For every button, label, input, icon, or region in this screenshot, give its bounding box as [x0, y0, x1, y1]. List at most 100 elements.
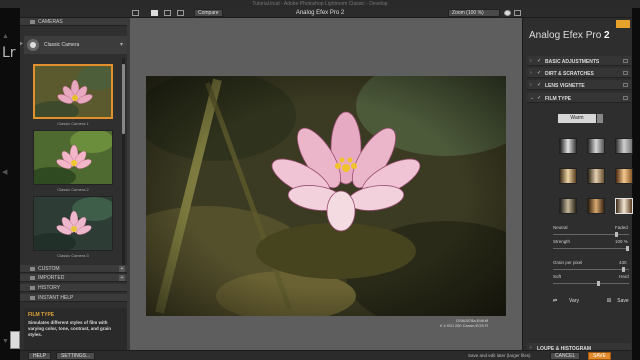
- photo-preview[interactable]: [146, 76, 506, 316]
- film-swatch[interactable]: [587, 198, 605, 214]
- history-section-header[interactable]: HISTORY: [20, 284, 127, 292]
- chevron-right-icon: ›: [530, 70, 532, 76]
- before-after-icon[interactable]: [177, 10, 184, 16]
- classic-camera-icon: [27, 39, 39, 51]
- bottom-bar: HELP SETTINGS... Save and edit later (la…: [20, 350, 632, 360]
- film-swatch[interactable]: [559, 168, 577, 184]
- brand-title: Analog Efex Pro 2: [529, 30, 610, 41]
- grain-slider[interactable]: [553, 269, 629, 270]
- compare-button[interactable]: Compare: [194, 9, 223, 17]
- checkmark-icon[interactable]: ✓: [537, 70, 541, 76]
- film-swatch[interactable]: [559, 138, 577, 154]
- section-toggle-icon[interactable]: [623, 71, 628, 75]
- lens-vignette-section[interactable]: › ✓ LENS VIGNETTE: [527, 80, 631, 90]
- triangle-up-icon[interactable]: ▲: [2, 33, 9, 40]
- vary-button[interactable]: Vary: [565, 297, 583, 306]
- image-canvas[interactable]: DSA0578a-Edit.tif f/ 4 ISO 200 Canon EOS…: [130, 18, 522, 350]
- settings-button[interactable]: SETTINGS...: [56, 352, 96, 360]
- save-preset-button[interactable]: Save: [615, 297, 631, 306]
- host-title-bar: Tutorial.lrcat - Adobe Photoshop Lightro…: [0, 0, 640, 8]
- film-swatch[interactable]: [615, 138, 633, 154]
- save-button[interactable]: SAVE: [588, 352, 611, 360]
- faded-label: Faded: [615, 225, 628, 230]
- custom-section-header[interactable]: CUSTOM +: [20, 265, 127, 273]
- help-button[interactable]: HELP: [28, 352, 52, 360]
- preset-preview-icon: [35, 66, 111, 117]
- preset-thumbnail[interactable]: Classic Camera 2: [33, 130, 113, 192]
- filmstrip-thumbnail[interactable]: [10, 331, 20, 349]
- grain-label: Grain per pixel: [553, 260, 583, 265]
- triangle-left-icon[interactable]: ◀: [2, 168, 7, 176]
- checkmark-icon[interactable]: ✓: [537, 82, 541, 88]
- cameras-header-label: CAMERAS: [38, 19, 63, 25]
- section-label: BASIC ADJUSTMENTS: [545, 58, 600, 65]
- host-left-panel: Lr ▲ ◀ ▼: [0, 8, 20, 360]
- neutral-faded-slider-handle[interactable]: [615, 232, 619, 237]
- dirt-scratches-section[interactable]: › ✓ DIRT & SCRATCHES: [527, 68, 631, 78]
- cameras-header[interactable]: CAMERAS: [20, 18, 127, 26]
- preset-caption: Classic Camera 1: [57, 121, 89, 126]
- film-type-dropdown[interactable]: Warm: [558, 114, 596, 123]
- view-mode-icon[interactable]: [514, 10, 521, 16]
- checkmark-icon[interactable]: ✓: [537, 58, 541, 64]
- soft-label: Soft: [553, 274, 562, 279]
- imported-section-label: IMPORTED: [38, 275, 65, 281]
- section-label: LENS VIGNETTE: [545, 82, 585, 89]
- side-by-side-icon[interactable]: [164, 10, 171, 16]
- grain-slider-handle[interactable]: [622, 267, 626, 272]
- triangle-down-icon[interactable]: ▼: [2, 338, 9, 345]
- zoom-select[interactable]: Zoom (100 %): [448, 9, 500, 17]
- strength-slider[interactable]: [553, 248, 629, 249]
- brand-version: 2: [604, 30, 610, 41]
- help-text: Simulates different styles of film with …: [28, 320, 112, 337]
- preset-thumbnail[interactable]: Classic Camera 3: [33, 196, 113, 258]
- preset-group-header[interactable]: Classic Camera ▾: [24, 36, 127, 54]
- instant-help-label: INSTANT HELP: [38, 295, 74, 301]
- preset-image: [33, 130, 113, 185]
- brand-name: Analog Efex Pro: [529, 30, 602, 41]
- film-swatch-selected[interactable]: [615, 198, 633, 214]
- film-swatch[interactable]: [587, 168, 605, 184]
- single-view-icon[interactable]: [132, 10, 139, 16]
- checkmark-icon[interactable]: ✓: [537, 95, 541, 101]
- basic-adjustments-section[interactable]: › ✓ BASIC ADJUSTMENTS: [527, 56, 631, 66]
- section-toggle-icon[interactable]: [623, 59, 628, 63]
- preset-image: [33, 196, 113, 251]
- split-view-icon[interactable]: [151, 10, 158, 16]
- host-window-title: Tutorial.lrcat - Adobe Photoshop Lightro…: [252, 1, 388, 7]
- background-color-icon[interactable]: [504, 10, 511, 16]
- strength-value: 100 %: [615, 239, 628, 244]
- film-swatch[interactable]: [587, 138, 605, 154]
- film-type-section[interactable]: ⌄ ✓ FILM TYPE: [527, 93, 631, 103]
- preset-preview-icon: [34, 197, 112, 250]
- add-icon[interactable]: +: [119, 275, 125, 281]
- section-toggle-icon[interactable]: [623, 96, 628, 100]
- film-swatch[interactable]: [615, 168, 633, 184]
- preset-image: [33, 64, 113, 119]
- custom-section-label: CUSTOM: [38, 266, 60, 272]
- help-icon: [30, 296, 35, 300]
- section-toggle-icon[interactable]: [623, 83, 628, 87]
- soft-hard-slider[interactable]: [553, 283, 629, 284]
- instant-help-header[interactable]: INSTANT HELP: [20, 294, 127, 302]
- hard-label: Hard: [619, 274, 629, 279]
- preset-caption: Classic Camera 3: [57, 253, 89, 258]
- preset-thumbnail[interactable]: Classic Camera 1: [33, 64, 113, 126]
- film-swatch[interactable]: [559, 198, 577, 214]
- dropdown-arrow-icon[interactable]: [597, 114, 603, 123]
- chevron-right-icon: ›: [530, 82, 532, 88]
- dice-icon[interactable]: ⚄: [605, 297, 613, 306]
- soft-hard-slider-handle[interactable]: [596, 281, 600, 286]
- nik-collection-logo: [616, 20, 630, 28]
- strength-slider-handle[interactable]: [626, 246, 629, 251]
- save-option-text[interactable]: Save and edit later (larger files): [468, 353, 531, 358]
- app-title: Analog Efex Pro 2: [295, 10, 345, 16]
- chevron-down-icon: ▾: [119, 42, 123, 48]
- preset-scrollbar-thumb[interactable]: [122, 64, 125, 134]
- cancel-button[interactable]: CANCEL: [550, 352, 581, 360]
- plugin-window: Compare Analog Efex Pro 2 Zoom (100 %) C…: [20, 8, 633, 360]
- add-icon[interactable]: +: [119, 266, 125, 272]
- imported-section-header[interactable]: IMPORTED +: [20, 274, 127, 282]
- reset-icon[interactable]: ⇄: [551, 297, 559, 306]
- host-right-panel: [632, 8, 640, 360]
